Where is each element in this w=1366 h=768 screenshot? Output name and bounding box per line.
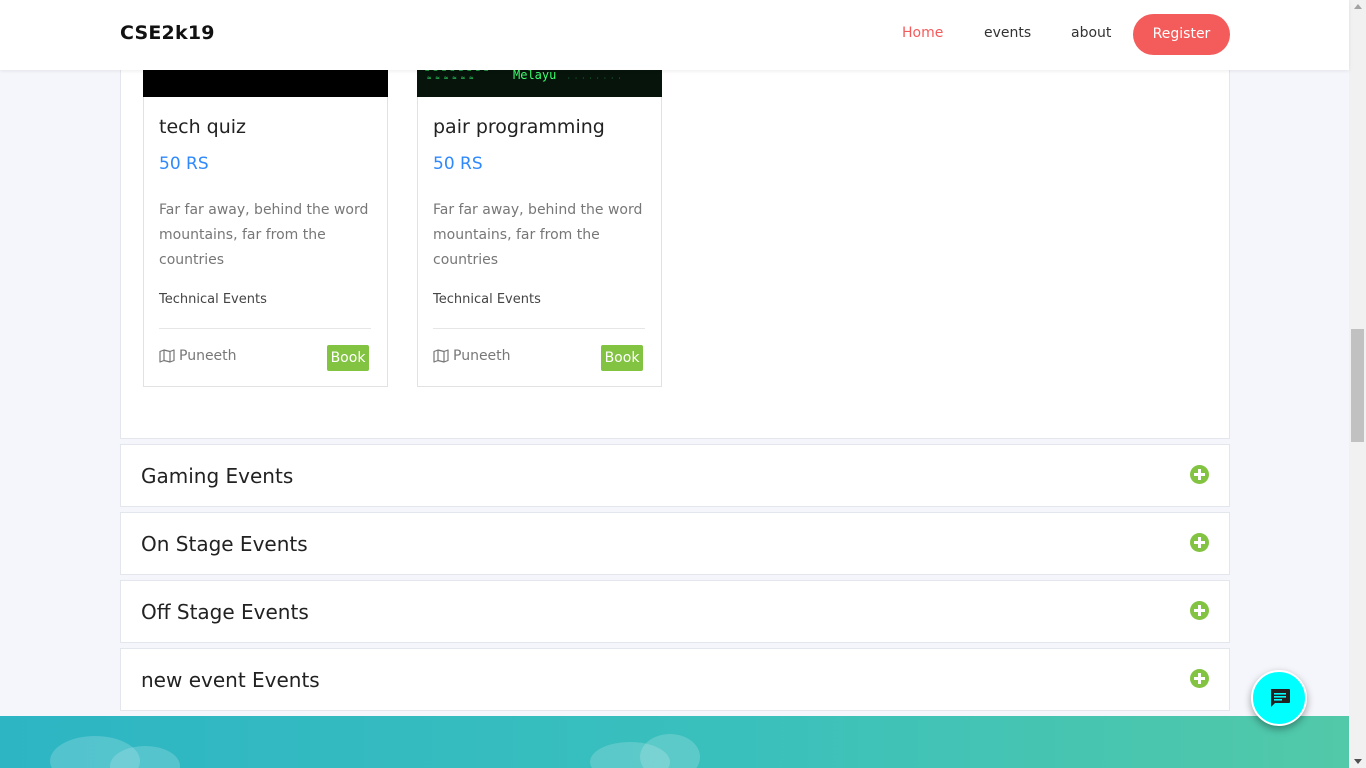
- accordion-on-stage-events[interactable]: On Stage Events: [120, 512, 1230, 575]
- organizer-name: Puneeth: [453, 348, 511, 364]
- chat-icon: [1270, 689, 1290, 707]
- image-caption: Melayu: [513, 70, 557, 82]
- brand-logo[interactable]: CSE2k19: [120, 22, 215, 44]
- event-price: 50 RS: [433, 154, 483, 174]
- card-divider: [433, 328, 645, 329]
- book-button[interactable]: Book: [327, 345, 369, 371]
- register-button[interactable]: Register: [1133, 14, 1230, 55]
- accordion-off-stage-events[interactable]: Off Stage Events: [120, 580, 1230, 643]
- technical-events-panel: tech quiz 50 RS Far far away, behind the…: [120, 70, 1230, 439]
- footer-band: [0, 716, 1349, 768]
- accordion-title: Gaming Events: [141, 464, 294, 488]
- card-divider: [159, 328, 371, 329]
- event-organizer: Puneeth: [159, 348, 237, 364]
- event-description: Far far away, behind the word mountains,…: [433, 202, 643, 268]
- accordion-gaming-events[interactable]: Gaming Events: [120, 444, 1230, 507]
- chat-button[interactable]: [1251, 670, 1307, 726]
- event-category: Technical Events: [433, 292, 541, 307]
- event-card: tech quiz 50 RS Far far away, behind the…: [143, 70, 388, 387]
- event-description: Far far away, behind the word mountains,…: [159, 202, 369, 268]
- plus-circle-icon[interactable]: [1190, 533, 1209, 552]
- plus-circle-icon[interactable]: [1190, 669, 1209, 688]
- event-title[interactable]: tech quiz: [159, 116, 246, 138]
- nav-home-link[interactable]: Home: [902, 25, 943, 41]
- nav-events-link[interactable]: events: [984, 25, 1031, 41]
- accordion-title: Off Stage Events: [141, 600, 309, 624]
- accordion-new-event-events[interactable]: new event Events: [120, 648, 1230, 711]
- event-image: ≈ ≈ ≈ ≈ ≈ ≈ ≈ ≈ ≈ ≈ ≈ ≈ ≈ ≈ Melayu · · ·…: [417, 70, 662, 97]
- page-scrollbar[interactable]: [1349, 0, 1366, 768]
- nav-about-link[interactable]: about: [1071, 25, 1111, 41]
- scroll-thumb[interactable]: [1351, 329, 1364, 442]
- map-icon: [159, 349, 175, 363]
- top-navbar: CSE2k19 Home events about Register: [0, 0, 1349, 70]
- plus-circle-icon[interactable]: [1190, 601, 1209, 620]
- book-button[interactable]: Book: [601, 345, 643, 371]
- event-price: 50 RS: [159, 154, 209, 174]
- cloud-decoration: [640, 734, 700, 768]
- scroll-down-arrow[interactable]: [1354, 759, 1362, 764]
- event-card: ≈ ≈ ≈ ≈ ≈ ≈ ≈ ≈ ≈ ≈ ≈ ≈ ≈ ≈ Melayu · · ·…: [417, 70, 662, 387]
- organizer-name: Puneeth: [179, 348, 237, 364]
- event-organizer: Puneeth: [433, 348, 511, 364]
- accordion-title: new event Events: [141, 668, 320, 692]
- plus-circle-icon[interactable]: [1190, 465, 1209, 484]
- map-icon: [433, 349, 449, 363]
- scroll-up-arrow[interactable]: [1354, 4, 1362, 9]
- event-image: [143, 70, 388, 97]
- event-category: Technical Events: [159, 292, 267, 307]
- accordion-title: On Stage Events: [141, 532, 308, 556]
- event-title[interactable]: pair programming: [433, 116, 605, 138]
